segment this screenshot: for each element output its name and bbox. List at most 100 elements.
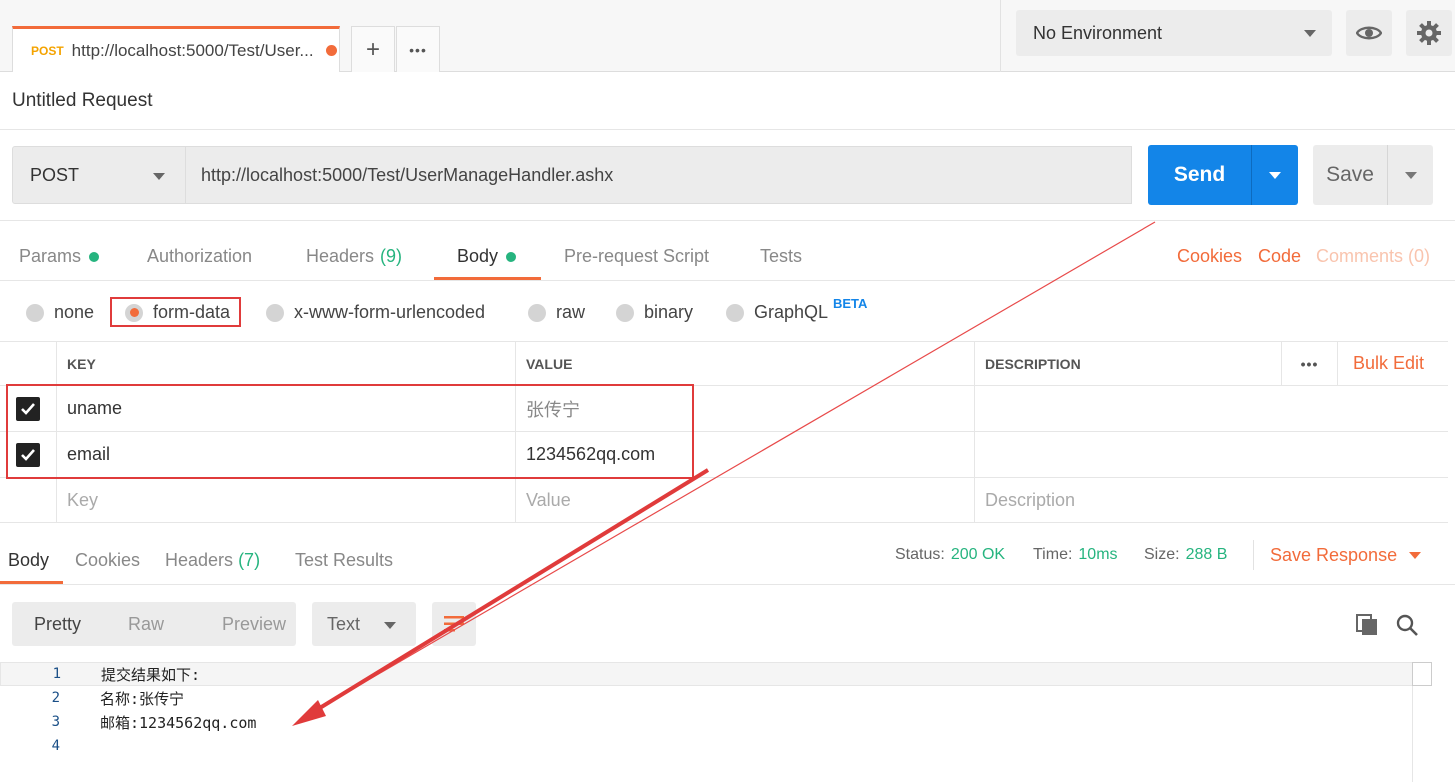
response-time: Time: 10ms (1033, 546, 1118, 564)
eye-icon (1356, 26, 1382, 40)
bulk-edit-button[interactable]: Bulk Edit (1337, 342, 1448, 385)
chevron-down-icon (1404, 171, 1417, 179)
response-view-mode: Pretty Raw Preview (12, 602, 296, 646)
column-header-value: VALUE (515, 342, 975, 385)
tab-options-button[interactable]: ••• (396, 26, 440, 72)
unsaved-indicator (325, 45, 337, 56)
radio-circle (726, 303, 744, 322)
chevron-down-icon (1269, 171, 1281, 179)
environment-settings-button[interactable] (1406, 10, 1452, 56)
search-button[interactable] (1394, 612, 1420, 638)
response-headers-count: (7) (238, 550, 261, 570)
tab-params[interactable]: Params (19, 246, 100, 267)
view-pretty-button[interactable]: Pretty (12, 614, 106, 635)
code-line: 4 (0, 734, 1430, 758)
divider (1253, 540, 1254, 570)
method-select[interactable]: POST (12, 146, 186, 204)
wrap-lines-button[interactable] (432, 602, 476, 646)
save-button[interactable]: Save (1313, 145, 1387, 205)
request-title[interactable]: Untitled Request (12, 90, 152, 112)
table-options-button[interactable]: ••• (1281, 342, 1337, 385)
copy-icon (1356, 614, 1377, 635)
value-input-placeholder[interactable]: Value (515, 478, 975, 522)
status-dot (89, 251, 100, 262)
tab-headers[interactable]: Headers (9) (306, 246, 402, 267)
comments-link[interactable]: Comments (0) (1316, 246, 1430, 267)
divider (0, 280, 1455, 281)
view-raw-button[interactable]: Raw (106, 614, 200, 635)
chevron-down-icon (1304, 30, 1316, 37)
response-tab-body[interactable]: Body (8, 550, 49, 571)
request-tab-url: http://localhost:5000/Test/User... (71, 40, 314, 60)
send-button[interactable]: Send (1148, 145, 1251, 205)
save-response-label: Save Response (1270, 545, 1398, 565)
tab-prerequest-script[interactable]: Pre-request Script (564, 246, 709, 267)
code-link[interactable]: Code (1258, 246, 1301, 267)
code-line: 2 名称:张传宁 (0, 686, 1430, 710)
radio-circle (616, 303, 634, 322)
chevron-down-icon (1409, 552, 1422, 559)
radio-graphql[interactable]: GraphQL (726, 302, 828, 323)
tab-body[interactable]: Body (457, 246, 517, 267)
view-preview-button[interactable]: Preview (200, 614, 294, 635)
status-value: 200 OK (950, 546, 1006, 563)
response-status: Status: 200 OK (895, 546, 1005, 564)
beta-badge: BETA (833, 296, 868, 311)
radio-circle (266, 303, 284, 322)
copy-button[interactable] (1354, 612, 1380, 638)
tab-bar: POST http://localhost:5000/Test/User... … (0, 0, 1455, 72)
response-tab-cookies[interactable]: Cookies (75, 550, 140, 571)
environment-label: No Environment (1033, 22, 1163, 43)
time-value: 10ms (1078, 546, 1118, 563)
divider (0, 129, 1455, 130)
environment-select[interactable]: No Environment (1016, 10, 1332, 56)
line-text: 邮箱:1234562qq.com (100, 713, 257, 732)
save-options-button[interactable] (1387, 145, 1433, 205)
response-tab-test-results[interactable]: Test Results (295, 550, 393, 571)
cookies-link[interactable]: Cookies (1177, 246, 1242, 267)
description-input-placeholder[interactable]: Description (974, 478, 1448, 522)
status-dot (506, 251, 517, 262)
radio-raw-label: raw (556, 302, 586, 322)
new-tab-button[interactable]: + (351, 26, 395, 72)
line-text: 名称:张传宁 (100, 689, 185, 708)
description-field[interactable] (974, 386, 1448, 431)
table-row-new: Key Value Description (0, 477, 1448, 523)
key-input-placeholder[interactable]: Key (56, 478, 516, 522)
description-field[interactable] (974, 432, 1448, 477)
save-response-button[interactable]: Save Response (1270, 545, 1422, 566)
tab-tests[interactable]: Tests (760, 246, 802, 267)
radio-none[interactable]: none (26, 302, 94, 323)
divider (0, 220, 1455, 221)
send-options-button[interactable] (1251, 145, 1298, 205)
radio-urlencoded-label: x-www-form-urlencoded (294, 302, 486, 322)
line-text: 提交结果如下: (101, 665, 201, 684)
editor-scrollbar-thumb[interactable] (1412, 662, 1432, 686)
radio-binary[interactable]: binary (616, 302, 693, 323)
code-line: 3 邮箱:1234562qq.com (0, 710, 1430, 734)
response-format-select[interactable]: Text (312, 602, 416, 646)
response-tab-headers-label: Headers (165, 550, 234, 570)
tab-authorization[interactable]: Authorization (147, 246, 252, 267)
gear-icon (1417, 21, 1441, 45)
url-input[interactable]: http://localhost:5000/Test/UserManageHan… (186, 146, 1132, 204)
table-header-row: KEY VALUE DESCRIPTION ••• Bulk Edit (0, 341, 1448, 385)
column-header-description: DESCRIPTION (974, 342, 1280, 385)
time-label: Time: (1033, 546, 1073, 563)
tab-headers-label: Headers (306, 246, 375, 266)
radio-binary-label: binary (644, 302, 694, 322)
radio-graphql-label: GraphQL (754, 302, 829, 322)
tab-params-label: Params (19, 246, 82, 266)
method-label: POST (30, 164, 80, 185)
environment-quick-look-button[interactable] (1346, 10, 1392, 56)
request-tab-method: POST (31, 43, 64, 58)
radio-urlencoded[interactable]: x-www-form-urlencoded (266, 302, 485, 323)
annotation-box (6, 384, 694, 479)
divider (0, 584, 1455, 585)
request-tab[interactable]: POST http://localhost:5000/Test/User... (12, 26, 340, 72)
response-size: Size: 288 B (1144, 546, 1227, 564)
status-label: Status: (895, 546, 945, 563)
search-icon (1396, 614, 1418, 636)
response-tab-headers[interactable]: Headers (7) (165, 550, 260, 571)
radio-raw[interactable]: raw (528, 302, 585, 323)
